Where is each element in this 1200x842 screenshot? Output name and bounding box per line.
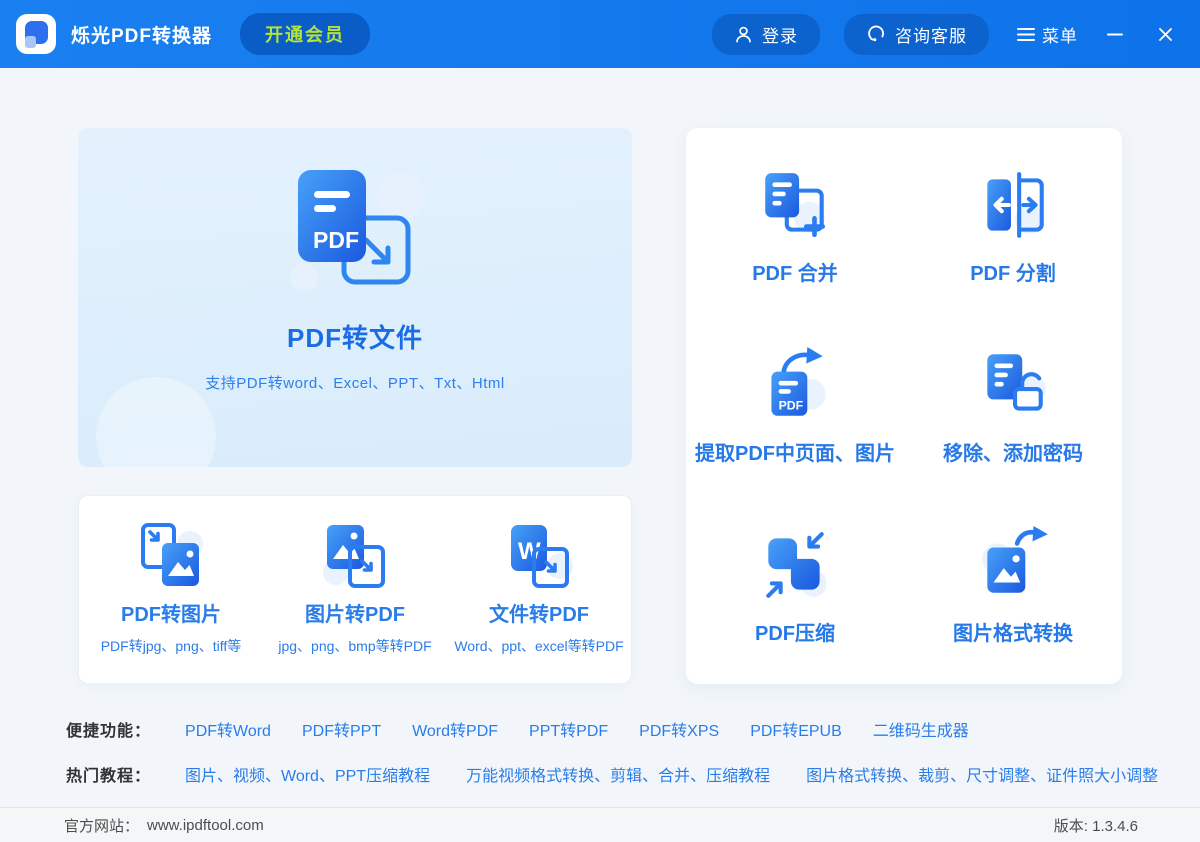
- pdf-merge-label: PDF 合并: [752, 257, 838, 286]
- pdf-split-item[interactable]: PDF 分割: [904, 136, 1122, 316]
- pdf-extract-label: 提取PDF中页面、图片: [695, 437, 895, 466]
- app-title: 烁光PDF转换器: [71, 21, 212, 48]
- pdf-to-image-icon: [133, 518, 209, 594]
- link-ppt-to-pdf[interactable]: PPT转PDF: [529, 717, 608, 741]
- link-pdf-to-word[interactable]: PDF转Word: [185, 717, 271, 741]
- tutorials-row: 热门教程： 图片、视频、Word、PPT压缩教程 万能视频格式转换、剪辑、合并、…: [0, 762, 1200, 786]
- pdf-split-label: PDF 分割: [970, 257, 1056, 286]
- title-bar: 烁光PDF转换器 开通会员 登录 咨询客服 菜单: [0, 0, 1200, 68]
- pdf-to-file-icon: PDF: [280, 164, 430, 296]
- image-format-label: 图片格式转换: [953, 617, 1073, 646]
- tools-panel: PDF 合并 PDF 分割: [686, 128, 1122, 684]
- pdf-to-file-title: PDF转文件: [287, 318, 423, 355]
- pdf-password-item[interactable]: 移除、添加密码: [904, 316, 1122, 496]
- pdf-compress-item[interactable]: PDF压缩: [686, 496, 904, 676]
- file-to-pdf-sub: Word、ppt、excel等转PDF: [454, 636, 623, 656]
- menu-button[interactable]: 菜单: [1017, 22, 1078, 47]
- pdf-extract-icon: PDF: [756, 346, 834, 424]
- app-window: 烁光PDF转换器 开通会员 登录 咨询客服 菜单: [0, 0, 1200, 842]
- tutorials-label: 热门教程：: [66, 762, 151, 786]
- pdf-password-icon: [974, 346, 1052, 424]
- pdf-password-label: 移除、添加密码: [943, 437, 1083, 466]
- quick-features-row: 便捷功能： PDF转Word PDF转PPT Word转PDF PPT转PDF …: [0, 717, 1200, 741]
- converters-card: PDF转图片 PDF转jpg、png、tiff等: [78, 495, 632, 684]
- header-actions: 登录 咨询客服 菜单: [712, 14, 1178, 55]
- link-pdf-to-epub[interactable]: PDF转EPUB: [750, 717, 842, 741]
- file-to-pdf-icon: W: [501, 518, 577, 594]
- official-site-label: 官方网站：: [64, 815, 139, 836]
- link-tutorial-video[interactable]: 万能视频格式转换、剪辑、合并、压缩教程: [466, 762, 770, 786]
- pdf-merge-item[interactable]: PDF 合并: [686, 136, 904, 316]
- link-tutorial-compress[interactable]: 图片、视频、Word、PPT压缩教程: [185, 762, 430, 786]
- image-to-pdf-label: 图片转PDF: [305, 598, 405, 627]
- version-text: 版本: 1.3.4.6: [1054, 815, 1138, 836]
- link-tutorial-image[interactable]: 图片格式转换、裁剪、尺寸调整、证件照大小调整: [806, 762, 1158, 786]
- pdf-to-image-item[interactable]: PDF转图片 PDF转jpg、png、tiff等: [79, 518, 263, 683]
- file-to-pdf-label: 文件转PDF: [489, 598, 589, 627]
- pdf-extract-item[interactable]: PDF 提取PDF中页面、图片: [686, 316, 904, 496]
- minimize-button[interactable]: [1102, 21, 1128, 47]
- svg-text:W: W: [518, 538, 541, 565]
- link-pdf-to-ppt[interactable]: PDF转PPT: [302, 717, 381, 741]
- user-icon: [734, 25, 753, 44]
- login-button[interactable]: 登录: [712, 14, 820, 55]
- link-pdf-to-xps[interactable]: PDF转XPS: [639, 717, 719, 741]
- app-logo-icon: [16, 14, 56, 54]
- main-content: PDF PDF转文件 支持PDF转word、Excel、PPT、Txt、Html: [0, 68, 1200, 684]
- link-word-to-pdf[interactable]: Word转PDF: [412, 717, 498, 741]
- svg-text:PDF: PDF: [779, 399, 804, 413]
- file-to-pdf-item[interactable]: W 文件转PDF Word、ppt、excel等转PDF: [447, 518, 631, 683]
- hamburger-icon: [1017, 27, 1035, 42]
- svg-text:PDF: PDF: [313, 227, 359, 253]
- pdf-merge-icon: [756, 166, 834, 244]
- image-format-icon: [974, 526, 1052, 604]
- image-to-pdf-sub: jpg、png、bmp等转PDF: [278, 636, 431, 656]
- image-to-pdf-item[interactable]: 图片转PDF jpg、png、bmp等转PDF: [263, 518, 447, 683]
- quick-features-label: 便捷功能：: [66, 717, 151, 741]
- pdf-compress-icon: [756, 526, 834, 604]
- official-site-url[interactable]: www.ipdftool.com: [147, 817, 264, 834]
- link-qrcode-generator[interactable]: 二维码生成器: [873, 717, 969, 741]
- pdf-to-image-label: PDF转图片: [121, 598, 221, 627]
- headset-icon: [866, 24, 886, 44]
- close-button[interactable]: [1152, 21, 1178, 47]
- pdf-compress-label: PDF压缩: [755, 617, 835, 646]
- pdf-to-file-subtitle: 支持PDF转word、Excel、PPT、Txt、Html: [205, 372, 505, 393]
- image-to-pdf-icon: [317, 518, 393, 594]
- image-format-item[interactable]: 图片格式转换: [904, 496, 1122, 676]
- status-bar: 官方网站： www.ipdftool.com 版本: 1.3.4.6: [0, 807, 1200, 842]
- customer-service-button[interactable]: 咨询客服: [844, 14, 989, 55]
- open-vip-button[interactable]: 开通会员: [240, 13, 370, 55]
- pdf-split-icon: [974, 166, 1052, 244]
- pdf-to-image-sub: PDF转jpg、png、tiff等: [101, 636, 242, 656]
- pdf-to-file-card[interactable]: PDF PDF转文件 支持PDF转word、Excel、PPT、Txt、Html: [78, 128, 632, 467]
